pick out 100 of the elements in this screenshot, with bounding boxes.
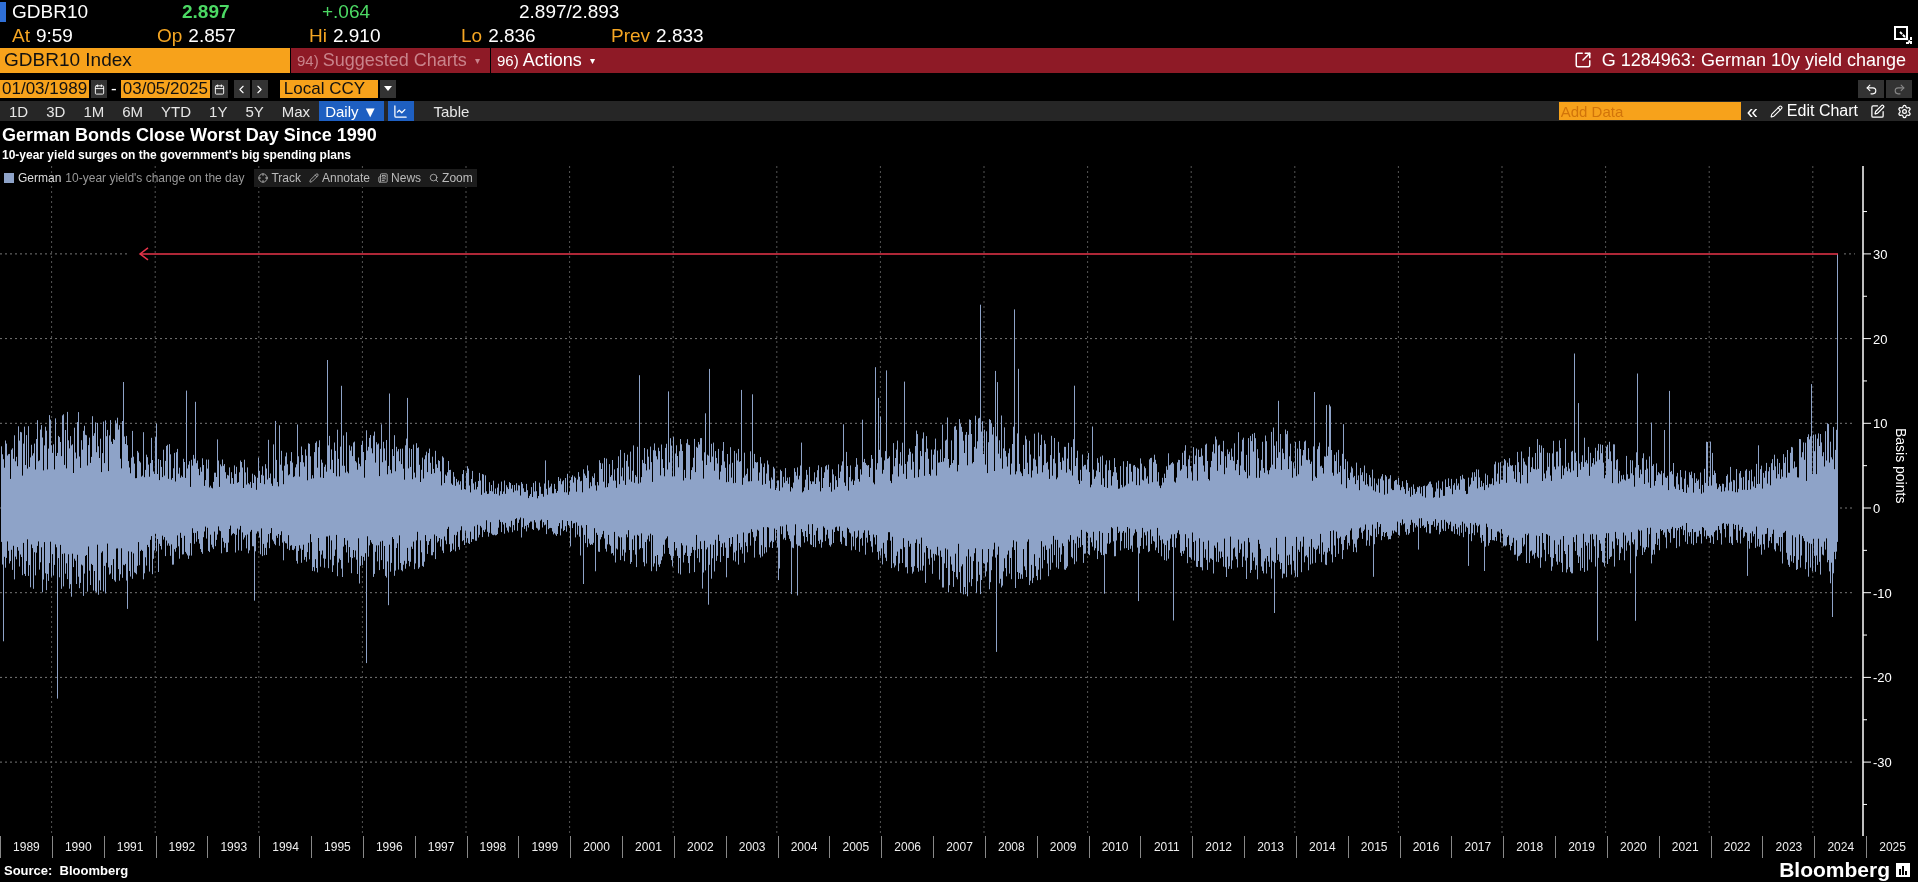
period-button[interactable]: 1Y — [200, 101, 237, 122]
period-button[interactable]: 1D — [0, 101, 38, 122]
currency-dropdown[interactable]: Local CCY — [279, 80, 378, 99]
year-label: 1991 — [103, 836, 156, 858]
axis-tick-label: 30 — [1873, 247, 1888, 263]
calendar-icon — [93, 83, 105, 95]
table-button[interactable]: Table — [425, 102, 478, 120]
axis-tick-label: 0 — [1873, 501, 1881, 517]
pencil-icon — [309, 173, 319, 184]
year-label: 2001 — [622, 836, 674, 858]
previous-button[interactable] — [233, 80, 250, 99]
chart-tool[interactable]: News — [378, 171, 422, 186]
legend-label: German — [18, 171, 62, 186]
year-label: 2015 — [1347, 836, 1400, 858]
price-change: +.064 — [322, 0, 372, 23]
year-label: 1990 — [51, 836, 104, 858]
year-label: 2007 — [933, 836, 985, 858]
quote-stat: Hi 2.910 — [309, 24, 382, 47]
year-label: 2003 — [725, 836, 778, 858]
edit-icon[interactable] — [1870, 103, 1885, 119]
year-label: 2025 — [1866, 836, 1918, 858]
legend-description: 10-year yield's change on the day — [65, 171, 245, 186]
year-label: 2008 — [984, 836, 1037, 858]
axis-tick-label: 10 — [1873, 416, 1888, 432]
collapse-button[interactable]: « — [1740, 101, 1764, 122]
date-separator: - — [111, 79, 117, 100]
quote-stat: Prev 2.833 — [611, 24, 705, 47]
period-button[interactable]: 6M — [113, 101, 153, 122]
ticker: GDBR10 — [12, 0, 90, 23]
year-label: 1995 — [311, 836, 363, 858]
external-link-icon[interactable] — [1573, 51, 1592, 70]
period-button[interactable]: Max — [272, 101, 320, 122]
quote-stat: At 9:59 — [12, 24, 74, 47]
crosshair-icon — [258, 173, 269, 184]
undo-icon — [1864, 82, 1878, 96]
quote-stat: Lo 2.836 — [461, 24, 537, 47]
redo-icon — [1892, 82, 1906, 96]
year-label: 2024 — [1814, 836, 1867, 858]
year-label: 2002 — [673, 836, 726, 858]
year-label: 1992 — [155, 836, 208, 858]
year-label: 2009 — [1036, 836, 1089, 858]
security-field[interactable]: GDBR10 Index — [0, 47, 290, 74]
period-button[interactable]: YTD — [152, 101, 201, 122]
year-label: 2004 — [777, 836, 830, 858]
year-label: 2016 — [1399, 836, 1452, 858]
ticker-marker-icon — [0, 1, 6, 22]
year-label: 2020 — [1606, 836, 1659, 858]
legend-swatch-icon — [4, 173, 14, 184]
year-label: 2010 — [1088, 836, 1141, 858]
year-label: 2021 — [1658, 836, 1711, 858]
chart-tool[interactable]: Zoom — [429, 171, 473, 186]
settings-icon[interactable] — [1897, 103, 1912, 119]
year-label: 2018 — [1503, 836, 1556, 858]
axis-tick-label: -10 — [1873, 585, 1892, 601]
frequency-dropdown[interactable]: Daily ▼ — [319, 101, 384, 122]
dropdown-button[interactable] — [379, 80, 396, 99]
axis-tick-label: -20 — [1873, 670, 1892, 686]
brand-logo: Bloomberg — [1779, 858, 1890, 882]
expand-icon[interactable] — [1894, 25, 1914, 46]
chart-tool[interactable]: Track — [258, 171, 301, 186]
edit-chart-button[interactable]: Edit Chart — [1763, 101, 1864, 122]
start-date-field[interactable]: 01/03/1989 — [0, 80, 90, 99]
year-label: 2019 — [1555, 836, 1607, 858]
chart-title: German Bonds Close Worst Day Since 1990 — [2, 125, 378, 147]
year-label: 2011 — [1140, 836, 1193, 858]
year-label: 1996 — [362, 836, 415, 858]
line-chart-icon — [393, 103, 408, 119]
chart-name: G 1284963: German 10y yield change — [1601, 49, 1906, 71]
year-label: 2000 — [570, 836, 623, 858]
year-label: 1998 — [466, 836, 519, 858]
period-button[interactable]: 3D — [37, 101, 75, 122]
year-label: 2014 — [1295, 836, 1348, 858]
undo-button[interactable] — [1858, 80, 1884, 99]
next-button[interactable] — [251, 80, 268, 99]
chart-tool[interactable]: Annotate — [309, 171, 371, 186]
year-label: 2017 — [1451, 836, 1504, 858]
year-label: 2012 — [1192, 836, 1245, 858]
source-note: Source: Bloomberg — [4, 862, 129, 878]
period-button[interactable]: 1M — [74, 101, 114, 122]
bid-ask: 2.897/2.893 — [519, 0, 620, 23]
year-label: 2005 — [829, 836, 882, 858]
last-price: 2.897 — [182, 0, 231, 23]
year-label: 1993 — [207, 836, 260, 858]
calendar-button[interactable] — [211, 80, 228, 99]
newspaper-icon — [378, 173, 389, 184]
caret-icon — [383, 86, 392, 93]
axis-title: Basis points — [1893, 428, 1909, 504]
redo-button[interactable] — [1886, 80, 1912, 99]
year-label: 1994 — [259, 836, 311, 858]
search-icon — [429, 173, 440, 184]
year-label: 1997 — [414, 836, 467, 858]
year-label: 2022 — [1710, 836, 1763, 858]
period-button[interactable]: 5Y — [236, 101, 273, 122]
pencil-icon — [1769, 104, 1783, 118]
calendar-button[interactable] — [91, 80, 108, 99]
bar-chart-icon — [1896, 863, 1910, 877]
line-chart-button[interactable] — [387, 101, 414, 122]
year-label: 2006 — [881, 836, 934, 858]
end-date-field[interactable]: 03/05/2025 — [120, 80, 210, 99]
menu-button[interactable]: 96) Actions ▾ — [490, 47, 720, 74]
